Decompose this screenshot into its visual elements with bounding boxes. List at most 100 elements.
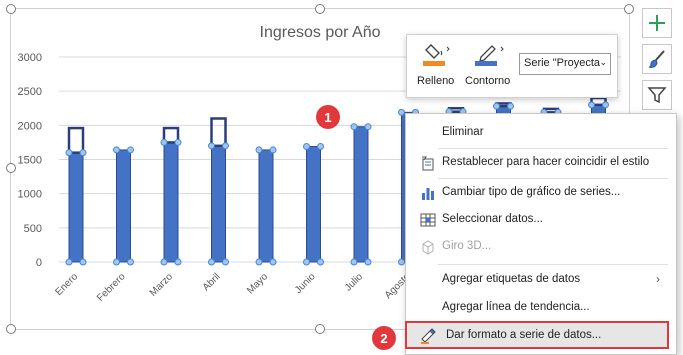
selection-point [208,142,215,150]
mini-format-toolbar: Relleno Contorno Serie "Proyecta ⌄ [406,34,618,98]
selection-point [398,258,405,266]
selection-point [364,123,372,131]
selection-point [65,258,73,266]
selection-point [79,258,87,266]
menu-item-label: Agregar etiquetas de datos [442,273,581,285]
x-tick-label: Marzo [148,271,176,299]
selection-point [588,101,595,109]
menu-item-dar-formato[interactable]: Dar formato a serie de datos... [405,321,669,349]
selection-point [160,138,168,146]
x-tick-label: Enero [53,271,80,298]
resize-handle-left[interactable] [6,163,16,173]
outline-label: Contorno [465,75,511,87]
chevron-down-icon: ⌄ [599,57,607,67]
filter-icon [647,87,667,104]
paintbrush-icon [648,50,665,68]
chart-styles-button[interactable] [642,44,672,74]
x-tick-label: Febrero [95,271,128,304]
y-tick-label: 0 [36,257,42,269]
menu-item-agregar-etiquetas[interactable]: Agregar etiquetas de datos › [406,268,676,292]
x-tick-label: Mayo [245,271,270,296]
menu-separator [438,178,668,179]
selection-point [303,143,310,151]
fill-button[interactable]: Relleno [417,41,461,93]
selection-point [255,146,263,154]
menu-item-seleccionar-datos[interactable]: Seleccionar datos... [406,208,676,232]
selection-point [208,258,215,266]
selection-point [350,123,358,131]
bar [68,152,84,263]
select-data-icon [420,213,436,227]
selection-point [160,258,168,266]
menu-item-label: Dar formato a serie de datos... [446,329,602,341]
bar [116,149,131,263]
menu-separator [438,264,668,265]
selection-point [174,258,182,266]
menu-item-cambiar-tipo[interactable]: Cambiar tipo de gráfico de series... [406,181,676,205]
bar [306,146,321,263]
chart-type-icon [422,188,434,200]
resize-handle-top-left[interactable] [6,4,16,14]
bar [258,149,274,263]
menu-item-label: Agregar línea de tendencia... [442,301,590,313]
selection-point [113,258,120,266]
menu-item-label: Cambiar tipo de gráfico de series... [442,186,621,198]
menu-item-label: Seleccionar datos... [442,213,544,225]
menu-item-label: Restablecer para hacer coincidir el esti… [442,156,650,168]
chevron-right-icon: › [656,272,660,286]
selection-point [350,258,358,266]
menu-item-label: Giro 3D... [442,240,492,252]
format-series-icon [421,328,436,344]
pen-outline-icon [475,45,504,66]
resize-handle-top[interactable] [315,4,325,14]
selection-point [65,149,73,157]
selection-point [222,142,229,150]
menu-item-agregar-tendencia[interactable]: Agregar línea de tendencia... [406,296,676,320]
paint-bucket-icon [423,44,450,66]
bar [353,126,369,263]
y-tick-label: 2000 [18,120,42,132]
selection-point [317,258,324,266]
selection-point [127,258,134,266]
selection-point [493,102,500,110]
reset-style-icon [422,156,434,171]
selection-point [398,108,405,116]
step-badge-1: 1 [316,105,340,129]
selection-point [113,146,120,154]
selection-point [317,143,324,151]
selection-point [602,101,609,109]
selection-point [127,146,134,154]
chart-title: Ingresos por Año [260,24,381,41]
bar [163,141,179,263]
y-tick-label: 1000 [18,189,42,201]
projection-bar [67,126,85,154]
selection-point [303,258,310,266]
series-select-dropdown[interactable]: Serie "Proyecta ⌄ [519,53,611,75]
selection-point [269,146,277,154]
series-select-value: Serie "Proyecta [524,57,601,69]
chart-elements-button[interactable] [642,8,672,38]
selection-point [269,258,277,266]
resize-handle-bottom[interactable] [315,324,325,334]
menu-item-giro-3d: Giro 3D... [406,235,676,259]
y-tick-label: 500 [24,223,42,235]
plus-icon [649,15,665,31]
chart-filters-button[interactable] [642,80,672,110]
menu-separator [438,148,668,149]
bar [211,145,226,263]
projection-bar [210,117,227,148]
y-tick-label: 2500 [18,86,42,98]
rotate-3d-icon [422,240,434,255]
selection-point [364,258,372,266]
resize-handle-top-right[interactable] [624,4,634,14]
selection-point [79,149,87,157]
selection-point [174,138,182,146]
menu-item-restablecer[interactable]: Restablecer para hacer coincidir el esti… [406,151,676,175]
x-tick-label: Abril [201,271,223,293]
outline-button[interactable]: Contorno [465,41,517,93]
resize-handle-bottom-left[interactable] [6,324,16,334]
context-menu: Eliminar Restablecer para hacer coincidi… [405,113,677,355]
menu-item-eliminar[interactable]: Eliminar [406,121,676,145]
y-tick-label: 3000 [18,52,42,64]
selection-point [507,102,514,110]
